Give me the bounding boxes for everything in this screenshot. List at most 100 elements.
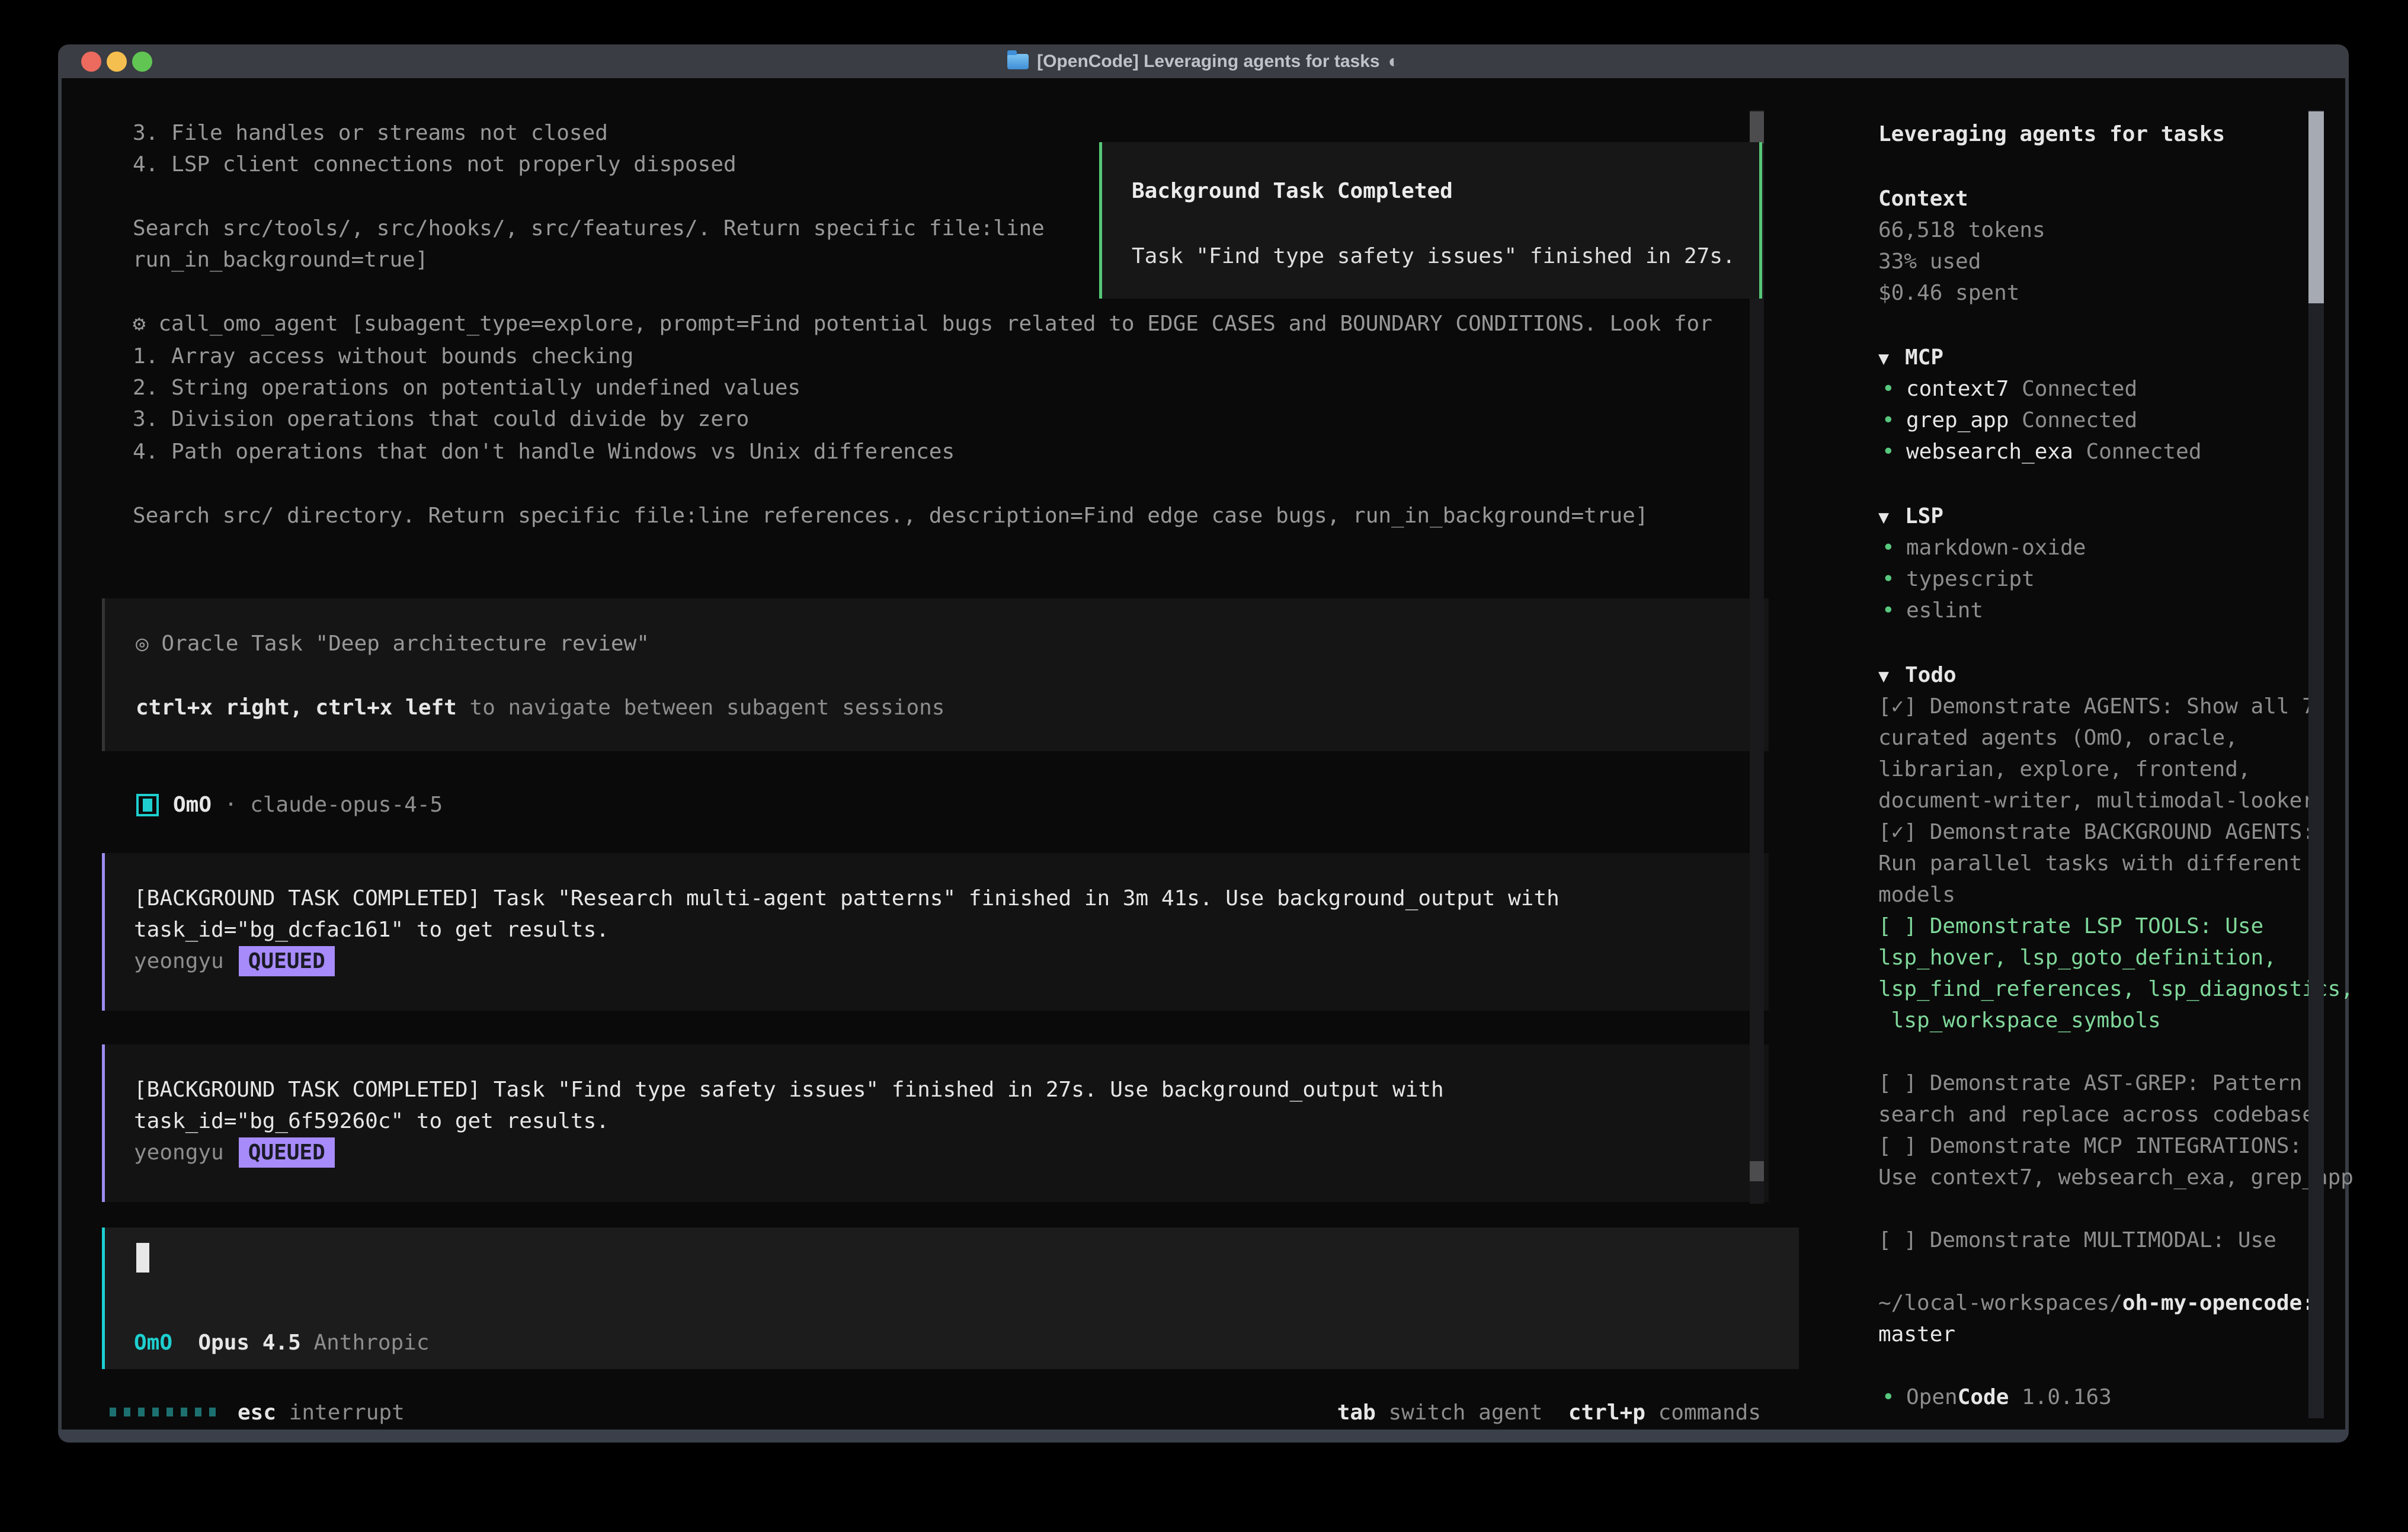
todo-line: [ ] Demonstrate MCP INTEGRATIONS:: [1878, 1130, 2302, 1162]
toast-title: Background Task Completed: [1132, 179, 1453, 203]
spinner-dots-icon: [110, 1408, 216, 1416]
todo-line: Run parallel tasks with different: [1878, 848, 2302, 879]
bullet-icon: •: [1878, 563, 1906, 595]
esc-key-label: esc: [238, 1400, 276, 1425]
lsp-heading: LSP: [1905, 504, 1943, 528]
mcp-item: •websearch_exa Connected: [1878, 436, 2202, 467]
background-task-toast[interactable]: Background Task Completed Task "Find typ…: [1099, 142, 1762, 299]
oracle-task-line: ◎ Oracle Task "Deep architecture review": [136, 628, 649, 659]
lsp-section-header[interactable]: ▼LSP: [1878, 501, 1943, 532]
todo-line: [ ] Demonstrate MULTIMODAL: Use: [1878, 1225, 2276, 1256]
lsp-item: •typescript: [1878, 563, 2035, 595]
tool-call-line: ⚙ call_omo_agent [subagent_type=explore,…: [133, 308, 1712, 339]
traffic-lights: [81, 52, 152, 72]
todo-line: librarian, explore, frontend,: [1878, 754, 2251, 785]
task-line-2: task_id="bg_6f59260c" to get results.: [134, 1105, 609, 1137]
bullet-icon: •: [1878, 436, 1906, 467]
esc-action-label: interrupt: [276, 1400, 405, 1425]
agent-name: OmO: [173, 793, 212, 817]
todo-active-line: lsp_find_references, lsp_diagnostics,: [1878, 973, 2353, 1005]
task-message-block[interactable]: [BACKGROUND TASK COMPLETED] Task "Resear…: [102, 853, 1769, 1011]
chat-pane: 3. File handles or streams not closed 4.…: [62, 78, 1799, 1430]
window-bottom-frame: [58, 1430, 2349, 1443]
zoom-button[interactable]: [132, 52, 152, 72]
version-name-bold: Code: [1958, 1385, 2009, 1409]
mcp-item-name: websearch_exa: [1906, 440, 2073, 464]
context-spent: $0.46 spent: [1878, 277, 2019, 309]
sidebar-scrollbar-track[interactable]: [2308, 110, 2324, 1418]
keybind-hints: tab switch agent ctrl+p commands: [1337, 1397, 1761, 1428]
lsp-item-name: typescript: [1906, 567, 2035, 591]
tool-call-item: 3. Division operations that could divide…: [133, 403, 749, 435]
version-row: •OpenCode 1.0.163: [1878, 1382, 2112, 1413]
half-circle-icon: ◐: [1388, 50, 1400, 72]
chat-line: 4. LSP client connections not properly d…: [133, 149, 737, 180]
oracle-task-block[interactable]: ◎ Oracle Task "Deep architecture review"…: [102, 598, 1769, 751]
todo-active-line: [ ] Demonstrate LSP TOOLS: Use: [1878, 911, 2263, 942]
agent-checkbox-icon: [136, 794, 159, 816]
input-model-name: Opus 4.5: [172, 1331, 301, 1355]
chevron-down-icon: ▼: [1878, 343, 1905, 374]
todo-line: document-writer, multimodal-looker): [1878, 785, 2328, 816]
todo-active-line: lsp_hover, lsp_goto_definition,: [1878, 942, 2276, 973]
input-agent-name: OmO: [134, 1331, 172, 1355]
prompt-input[interactable]: OmO Opus 4.5 Anthropic: [102, 1227, 1799, 1369]
todo-line: Use context7, websearch_exa, grep_app: [1878, 1162, 2353, 1193]
sidebar-scrollbar-thumb[interactable]: [2308, 111, 2324, 303]
ctrlp-key-label: ctrl+p: [1543, 1400, 1645, 1425]
agent-separator: ·: [212, 793, 250, 817]
agent-model: claude-opus-4-5: [250, 793, 443, 817]
todo-line: curated agents (OmO, oracle,: [1878, 722, 2238, 754]
close-button[interactable]: [81, 52, 101, 72]
lsp-item-name: markdown-oxide: [1906, 536, 2086, 560]
window-titlebar[interactable]: [OpenCode] Leveraging agents for tasks ◐: [58, 44, 2349, 78]
sidebar-session-title: Leveraging agents for tasks: [1878, 118, 2225, 150]
todo-section-header[interactable]: ▼Todo: [1878, 659, 1956, 691]
sidebar: Leveraging agents for tasks Context 66,5…: [1799, 78, 2345, 1430]
mcp-item: •grep_app Connected: [1878, 405, 2137, 436]
mcp-heading: MCP: [1905, 345, 1943, 370]
mcp-item: •context7 Connected: [1878, 373, 2137, 405]
status-bar: esc interrupt tab switch agent ctrl+p co…: [62, 1397, 1799, 1428]
todo-line: models: [1878, 879, 1955, 911]
task-line-2: task_id="bg_dcfac161" to get results.: [134, 914, 609, 946]
workspace-repo-name: oh-my-opencode:: [2122, 1291, 2315, 1315]
task-line-1: [BACKGROUND TASK COMPLETED] Task "Resear…: [134, 883, 1560, 914]
interrupt-hint: esc interrupt: [238, 1397, 405, 1428]
bullet-icon: •: [1878, 405, 1906, 436]
tool-call-item: 2. String operations on potentially unde…: [133, 372, 800, 403]
toast-body: Task "Find type safety issues" finished …: [1132, 244, 1735, 268]
tab-key-label: tab: [1337, 1400, 1376, 1425]
terminal-window: [OpenCode] Leveraging agents for tasks ◐…: [58, 44, 2349, 1443]
minimize-button[interactable]: [107, 52, 127, 72]
chat-line: Search src/tools/, src/hooks/, src/featu…: [133, 213, 1045, 244]
chat-scrollbar-thumb-top[interactable]: [1750, 111, 1764, 143]
version-name-dim: Open: [1906, 1385, 1958, 1409]
context-heading: Context: [1878, 183, 1968, 214]
chevron-down-icon: ▼: [1878, 502, 1905, 533]
window-title-text: [OpenCode] Leveraging agents for tasks: [1037, 52, 1379, 72]
bullet-icon: •: [1878, 373, 1906, 405]
mcp-item-status: Connected: [2009, 408, 2137, 432]
mcp-item-status: Connected: [2009, 377, 2137, 401]
todo-line: [ ] Demonstrate AST-GREP: Pattern: [1878, 1068, 2302, 1099]
tool-call-item: 4. Path operations that don't handle Win…: [133, 436, 955, 467]
status-badge: QUEUED: [239, 1137, 335, 1168]
tab-action-label: switch agent: [1376, 1400, 1543, 1425]
mcp-section-header[interactable]: ▼MCP: [1878, 342, 1943, 373]
task-meta-row: yeongyuQUEUED: [134, 946, 335, 977]
mcp-item-status: Connected: [2073, 440, 2202, 464]
chevron-down-icon: ▼: [1878, 661, 1905, 692]
chat-scrollbar-thumb-bottom[interactable]: [1750, 1161, 1764, 1181]
bullet-icon: •: [1878, 532, 1906, 563]
workspace-path-prefix: ~/local-workspaces/: [1878, 1291, 2122, 1315]
lsp-item: •markdown-oxide: [1878, 532, 2086, 563]
task-message-block[interactable]: [BACKGROUND TASK COMPLETED] Task "Find t…: [102, 1044, 1769, 1202]
task-line-1: [BACKGROUND TASK COMPLETED] Task "Find t…: [134, 1074, 1444, 1105]
bullet-icon: •: [1878, 1382, 1906, 1413]
bullet-icon: •: [1878, 595, 1906, 626]
chat-line: 3. File handles or streams not closed: [133, 117, 608, 149]
input-provider-name: Anthropic: [301, 1331, 430, 1355]
oracle-hint-rest: to navigate between subagent sessions: [457, 696, 945, 720]
chat-line: run_in_background=true]: [133, 244, 428, 275]
